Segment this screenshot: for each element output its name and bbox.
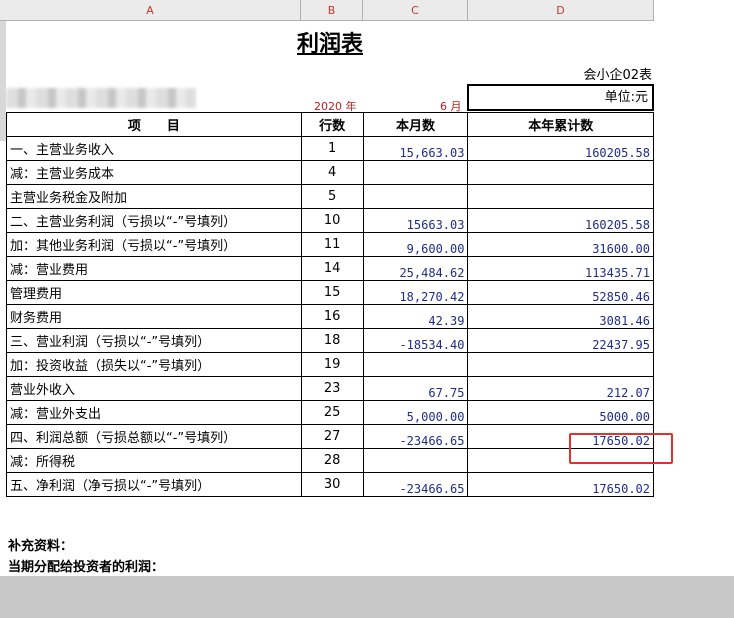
item-cell[interactable]: 减：营业费用 [6,256,302,281]
line-cell[interactable]: 4 [300,160,364,185]
header-line: 行数 [300,112,364,137]
header-ytd: 本年累计数 [467,112,654,137]
header-item: 项 目 [6,112,302,137]
spreadsheet: A B C D 利润表 会小企02表 2020 年 6 月 单位:元 项 目 行… [0,0,654,576]
column-header-b[interactable]: B [301,0,363,21]
ytd-cell[interactable] [467,352,654,377]
ytd-cell[interactable]: 160205.58 [467,208,654,233]
income-statement-table: 项 目 行数 本月数 本年累计数 一、主营业务收入 1 15,663.03 16… [6,112,654,497]
report-title: 利润表 [296,31,363,57]
item-cell[interactable]: 二、主营业务利润（亏损以“-”号填列） [6,208,302,233]
line-cell[interactable]: 14 [300,256,364,281]
form-code: 会小企02表 [583,68,652,83]
item-cell[interactable]: 加：其他业务利润（亏损以“-”号填列） [6,232,302,257]
sheet-gutter [654,0,734,576]
line-cell[interactable]: 30 [300,472,364,497]
table-row: 四、利润总额（亏损总额以“-”号填列） 27 -23466.65 17650.0… [6,424,654,449]
table-row: 一、主营业务收入 1 15,663.03 160205.58 [6,136,654,161]
table-row: 财务费用 16 42.39 3081.46 [6,304,654,329]
ytd-cell[interactable] [467,184,654,209]
column-header-d[interactable]: D [468,0,654,21]
column-header-c[interactable]: C [363,0,468,21]
item-cell[interactable]: 主营业务税金及附加 [6,184,302,209]
item-cell[interactable]: 减：营业外支出 [6,400,302,425]
table-row: 营业外收入 23 67.75 212.07 [6,376,654,401]
table-row: 减：营业外支出 25 5,000.00 5000.00 [6,400,654,425]
line-cell[interactable]: 16 [300,304,364,329]
month-cell[interactable] [362,448,469,473]
ytd-cell[interactable] [467,160,654,185]
line-cell[interactable]: 18 [300,328,364,353]
month-cell[interactable]: 15,663.03 [362,136,469,161]
ytd-cell[interactable]: 22437.95 [467,328,654,353]
redacted-company-name [6,88,196,108]
month-cell[interactable]: 42.39 [362,304,469,329]
line-cell[interactable]: 15 [300,280,364,305]
table-row: 管理费用 15 18,270.42 52850.46 [6,280,654,305]
ytd-cell[interactable]: 3081.46 [467,304,654,329]
month-cell[interactable] [362,160,469,185]
table-row: 五、净利润（净亏损以“-”号填列） 30 -23466.65 17650.02 [6,472,654,497]
header-month: 本月数 [362,112,469,137]
line-cell[interactable]: 1 [300,136,364,161]
item-cell[interactable]: 营业外收入 [6,376,302,401]
table-row: 三、营业利润（亏损以“-”号填列） 18 -18534.40 22437.95 [6,328,654,353]
month-cell[interactable] [362,352,469,377]
month-cell[interactable]: 25,484.62 [362,256,469,281]
highlight-box [569,433,673,464]
table-row: 减：主营业务成本 4 [6,160,654,185]
month-cell[interactable]: 9,600.00 [362,232,469,257]
item-cell[interactable]: 管理费用 [6,280,302,305]
distributed-profit-label: 当期分配给投资者的利润： [8,560,165,575]
month-cell[interactable]: 5,000.00 [362,400,469,425]
month-cell[interactable]: 15663.03 [362,208,469,233]
month-cell[interactable]: 18,270.42 [362,280,469,305]
item-cell[interactable]: 三、营业利润（亏损以“-”号填列） [6,328,302,353]
table-header-row: 项 目 行数 本月数 本年累计数 [6,112,654,137]
ytd-cell[interactable]: 5000.00 [467,400,654,425]
line-cell[interactable]: 5 [300,184,364,209]
ytd-cell[interactable]: 31600.00 [467,232,654,257]
line-cell[interactable]: 27 [300,424,364,449]
line-cell[interactable]: 23 [300,376,364,401]
line-cell[interactable]: 19 [300,352,364,377]
month-cell[interactable]: -23466.65 [362,472,469,497]
ytd-cell[interactable]: 160205.58 [467,136,654,161]
item-cell[interactable]: 加：投资收益（损失以“-”号填列） [6,352,302,377]
item-cell[interactable]: 减：所得税 [6,448,302,473]
table-row: 加：投资收益（损失以“-”号填列） 19 [6,352,654,377]
table-row: 加：其他业务利润（亏损以“-”号填列） 11 9,600.00 31600.00 [6,232,654,257]
table-row: 二、主营业务利润（亏损以“-”号填列） 10 15663.03 160205.5… [6,208,654,233]
ytd-cell[interactable]: 212.07 [467,376,654,401]
supplement-label: 补充资料： [8,539,74,554]
item-cell[interactable]: 五、净利润（净亏损以“-”号填列） [6,472,302,497]
month-cell[interactable]: -18534.40 [362,328,469,353]
table-row: 减：所得税 28 [6,448,654,473]
line-cell[interactable]: 10 [300,208,364,233]
ytd-cell[interactable]: 52850.46 [467,280,654,305]
item-cell[interactable]: 财务费用 [6,304,302,329]
unit-cell[interactable]: 单位:元 [467,84,654,111]
month-cell[interactable] [362,184,469,209]
month-cell[interactable]: 67.75 [362,376,469,401]
month-cell[interactable]: -23466.65 [362,424,469,449]
table-row: 主营业务税金及附加 5 [6,184,654,209]
line-cell[interactable]: 28 [300,448,364,473]
ytd-cell[interactable]: 17650.02 [467,472,654,497]
item-cell[interactable]: 四、利润总额（亏损总额以“-”号填列） [6,424,302,449]
line-cell[interactable]: 11 [300,232,364,257]
item-cell[interactable]: 减：主营业务成本 [6,160,302,185]
table-row: 减：营业费用 14 25,484.62 113435.71 [6,256,654,281]
column-header-a[interactable]: A [0,0,301,21]
item-cell[interactable]: 一、主营业务收入 [6,136,302,161]
line-cell[interactable]: 25 [300,400,364,425]
ytd-cell[interactable]: 113435.71 [467,256,654,281]
